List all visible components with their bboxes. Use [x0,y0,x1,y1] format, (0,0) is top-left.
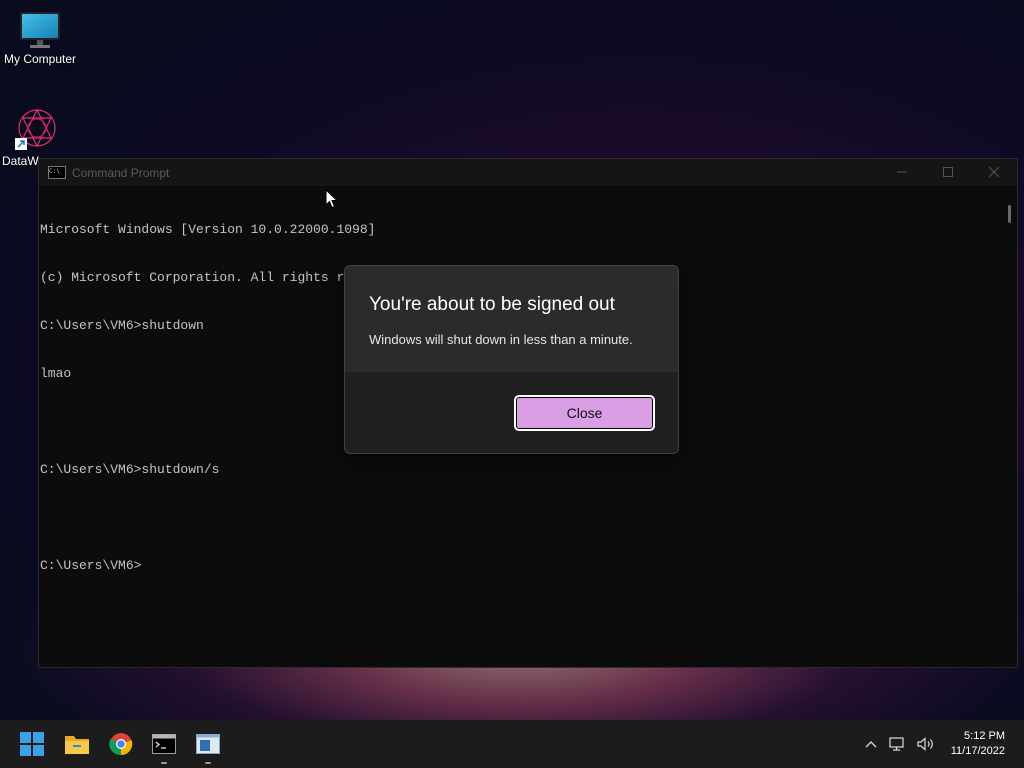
dialog-body: You're about to be signed out Windows wi… [345,266,678,372]
taskbar: 5:12 PM 11/17/2022 [0,720,1024,768]
window-title: Command Prompt [72,165,170,180]
volume-button[interactable] [917,737,935,751]
start-button[interactable] [16,728,48,760]
taskbar-notepad[interactable] [192,728,224,764]
running-indicator [205,762,211,764]
maximize-button[interactable] [925,165,971,180]
dialog-title: You're about to be signed out [369,294,615,315]
file-explorer-icon [65,736,89,754]
clock-date: 11/17/2022 [950,745,1005,757]
window-titlebar[interactable]: C:\ Command Prompt [39,159,1017,186]
desktop-icon-label: DataW [2,154,39,168]
show-hidden-icons-button[interactable] [865,740,877,748]
close-button[interactable]: Close [514,395,655,431]
dialog-footer: Close [345,372,678,453]
taskbar-file-explorer[interactable] [61,728,93,760]
command-prompt-icon: C:\ [48,166,66,179]
system-tray: 5:12 PM 11/17/2022 [859,720,1024,768]
datawrapper-shortcut-icon [15,108,56,150]
running-indicator [161,762,167,764]
mouse-cursor-icon [325,189,338,209]
clock[interactable]: 5:12 PM 11/17/2022 [951,729,1005,759]
clock-time: 5:12 PM [964,730,1005,742]
console-prompt: C:\Users\VM6> [40,558,142,573]
minimize-button[interactable] [879,165,925,180]
scrollbar-thumb[interactable] [1008,205,1011,223]
taskbar-command-prompt[interactable] [148,728,180,764]
network-button[interactable] [889,737,905,751]
volume-icon [917,737,933,751]
taskbar-chrome[interactable] [105,728,137,760]
shutdown-dialog: You're about to be signed out Windows wi… [344,265,679,454]
monitor-icon [20,12,60,48]
desktop-icon-label: My Computer [3,52,77,66]
start-icon [20,732,44,756]
dialog-message: Windows will shut down in less than a mi… [369,332,633,347]
close-window-button[interactable] [971,165,1017,180]
maximize-icon [943,167,953,177]
notepad-icon [196,734,220,754]
chrome-icon [109,733,133,756]
desktop-icon-dataw[interactable]: DataW [0,106,56,168]
command-prompt-icon [152,734,176,754]
chevron-up-icon [865,741,877,748]
minimize-icon [897,171,907,173]
console-line: C:\Users\VM6>shutdown/s [40,462,220,477]
console-line: Microsoft Windows [Version 10.0.22000.10… [40,222,376,237]
network-icon [889,737,904,751]
close-icon [988,166,1000,178]
desktop-icon-my-computer[interactable]: My Computer [0,10,80,66]
